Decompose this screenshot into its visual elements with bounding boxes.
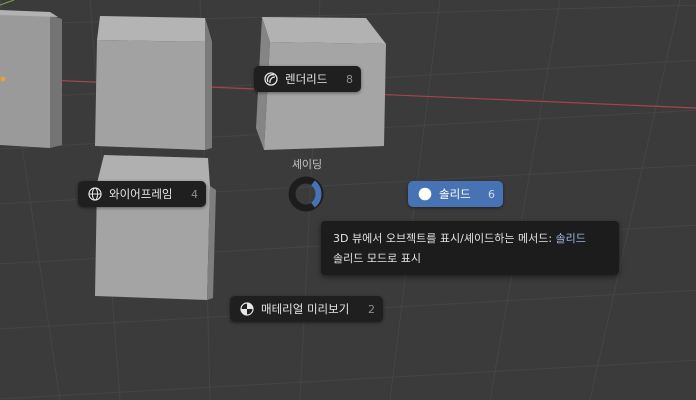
cube-left[interactable] bbox=[0, 10, 62, 148]
tooltip-description: 3D 뷰에서 오브젝트를 표시/셰이드하는 메서드: bbox=[333, 232, 553, 245]
pie-item-label: 와이어프레임 bbox=[109, 187, 173, 201]
tooltip-description-line: 3D 뷰에서 오브젝트를 표시/셰이드하는 메서드: 솔리드 bbox=[333, 229, 607, 249]
shortcut-key: 4 bbox=[191, 187, 198, 201]
shortcut-key: 6 bbox=[488, 187, 495, 201]
pie-direction-indicator bbox=[288, 176, 324, 212]
tooltip-value: 솔리드 bbox=[555, 232, 586, 245]
tooltip: 3D 뷰에서 오브젝트를 표시/셰이드하는 메서드: 솔리드 솔리드 모드로 표… bbox=[321, 221, 619, 275]
cube-lower-middle[interactable] bbox=[95, 155, 216, 300]
cube-top-middle[interactable] bbox=[95, 16, 212, 150]
pie-item-label: 솔리드 bbox=[439, 187, 471, 201]
tooltip-detail: 솔리드 모드로 표시 bbox=[333, 252, 421, 265]
pie-item-label: 렌더리드 bbox=[285, 72, 328, 86]
y-axis-line bbox=[0, 0, 15, 6]
solid-sphere-icon bbox=[417, 187, 432, 202]
object-origin-point bbox=[0, 76, 6, 82]
shortcut-key: 8 bbox=[346, 72, 353, 86]
material-sphere-icon bbox=[239, 302, 254, 317]
wireframe-sphere-icon bbox=[87, 187, 102, 202]
pie-item-label: 매테리얼 미리보기 bbox=[261, 302, 350, 316]
rendered-sphere-icon bbox=[263, 72, 278, 87]
shortcut-key: 2 bbox=[368, 302, 375, 316]
pie-item-solid[interactable]: 솔리드 6 bbox=[408, 181, 503, 207]
pie-item-wireframe[interactable]: 와이어프레임 4 bbox=[78, 181, 206, 207]
pie-item-rendered[interactable]: 렌더리드 8 bbox=[254, 66, 361, 92]
pie-item-material-preview[interactable]: 매테리얼 미리보기 2 bbox=[230, 296, 383, 322]
pie-menu-title: 셰이딩 bbox=[291, 158, 323, 171]
